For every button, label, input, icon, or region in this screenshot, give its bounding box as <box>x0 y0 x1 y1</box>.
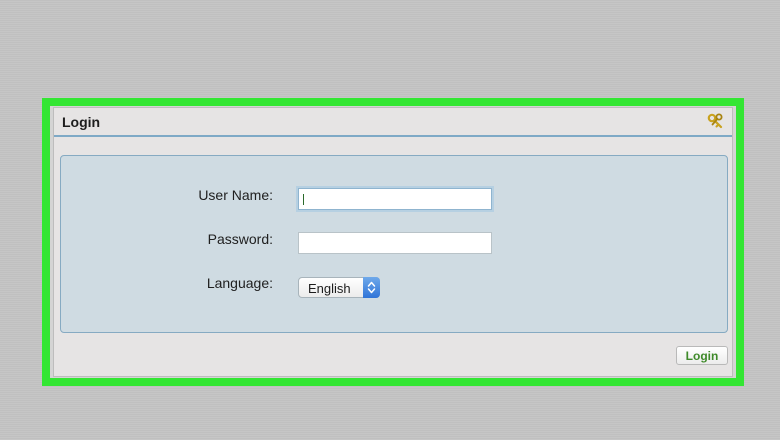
password-label: Password: <box>207 231 273 247</box>
username-label: User Name: <box>198 187 273 203</box>
login-button[interactable]: Login <box>676 346 728 365</box>
language-selected-value: English <box>308 281 351 296</box>
window-title: Login <box>62 114 101 130</box>
password-input[interactable] <box>298 232 492 254</box>
username-input[interactable] <box>298 188 492 210</box>
window-titlebar: Login <box>54 108 732 137</box>
text-caret <box>303 194 304 205</box>
login-form: User Name: Password: Language: English <box>60 155 728 333</box>
language-label: Language: <box>206 275 273 291</box>
keys-icon <box>706 112 726 132</box>
language-select[interactable]: English <box>298 277 380 298</box>
login-window: Login User Name: Password: Language: Eng… <box>53 107 733 377</box>
up-down-arrows-icon <box>363 277 380 298</box>
